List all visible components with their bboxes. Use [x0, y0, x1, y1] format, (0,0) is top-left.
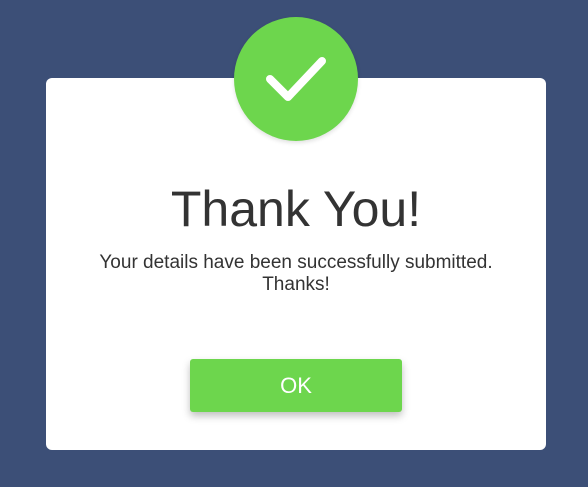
- dialog-title: Thank You!: [170, 181, 422, 237]
- dialog-message: Your details have been successfully subm…: [99, 252, 493, 295]
- success-badge: [234, 17, 358, 141]
- checkmark-icon: [266, 57, 326, 101]
- ok-button[interactable]: OK: [190, 359, 402, 412]
